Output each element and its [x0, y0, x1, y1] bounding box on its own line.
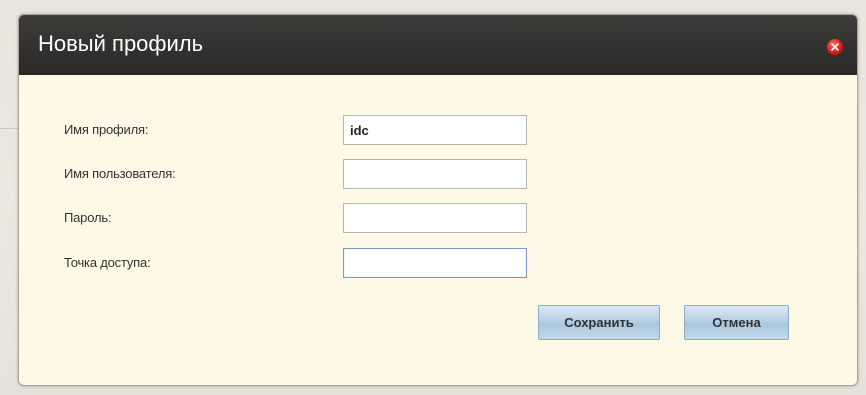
profile-name-row: Имя профиля:: [19, 115, 857, 147]
password-row: Пароль:: [19, 203, 857, 235]
background-divider: [0, 128, 20, 129]
username-label: Имя пользователя:: [64, 166, 176, 181]
close-x-glyph: [831, 43, 839, 51]
access-point-label: Точка доступа:: [64, 255, 151, 270]
access-point-row: Точка доступа:: [19, 248, 857, 280]
access-point-input[interactable]: [343, 248, 527, 278]
username-row: Имя пользователя:: [19, 159, 857, 191]
profile-name-input[interactable]: [343, 115, 527, 145]
dialog-titlebar: Новый профиль: [19, 15, 857, 75]
password-label: Пароль:: [64, 210, 112, 225]
profile-name-label: Имя профиля:: [64, 122, 149, 137]
close-icon[interactable]: [827, 39, 843, 55]
username-input[interactable]: [343, 159, 527, 189]
save-button[interactable]: Сохранить: [538, 305, 660, 340]
dialog-title: Новый профиль: [38, 31, 204, 56]
cancel-button[interactable]: Отмена: [684, 305, 789, 340]
new-profile-dialog: Новый профиль Имя профиля: Имя пользоват…: [18, 14, 858, 386]
password-input[interactable]: [343, 203, 527, 233]
